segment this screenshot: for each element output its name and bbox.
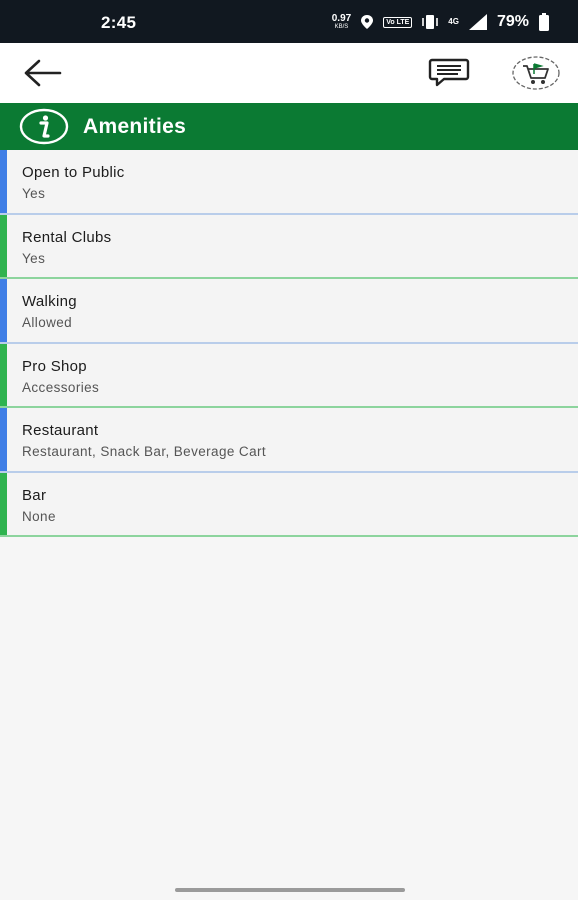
list-item-pro-shop[interactable]: Pro Shop Accessories: [0, 343, 578, 408]
chat-button[interactable]: [428, 57, 470, 89]
item-value: Allowed: [22, 315, 73, 330]
item-accent-bar: [0, 150, 7, 213]
status-time: 2:45: [101, 13, 137, 32]
list-item-restaurant[interactable]: Restaurant Restaurant, Snack Bar, Bevera…: [0, 408, 578, 473]
location-icon: [360, 14, 374, 30]
item-label: Walking: [22, 293, 77, 310]
item-accent-bar: [0, 214, 7, 277]
network-speed-value: 0.97: [331, 13, 352, 24]
item-accent-bar: [0, 472, 7, 535]
info-icon: [19, 108, 69, 145]
item-value: Yes: [22, 250, 46, 266]
item-label: Open to Public: [22, 164, 125, 181]
list-item-walking[interactable]: Walking Allowed: [0, 279, 578, 344]
battery-icon: [538, 13, 550, 31]
vibrate-icon: [421, 14, 439, 30]
item-label: Restaurant: [22, 422, 99, 439]
item-value: None: [22, 508, 56, 524]
battery-percent: 79%: [496, 13, 529, 30]
network-type: 4G: [448, 17, 459, 26]
section-title: Amenities: [83, 115, 187, 138]
home-indicator[interactable]: [175, 888, 405, 892]
status-bar: 2:45 0.97 KB/S Vo LTE 4G 79%: [0, 0, 578, 43]
network-speed: 0.97 KB/S: [331, 13, 352, 31]
list-item-bar[interactable]: Bar None: [0, 472, 578, 537]
signal-icon: [468, 13, 488, 31]
chat-icon: [428, 58, 470, 87]
amenities-list: Open to Public Yes Rental Clubs Yes Walk…: [0, 150, 578, 537]
item-label: Pro Shop: [22, 357, 87, 375]
back-arrow-icon: [24, 59, 62, 87]
app-bar: [0, 43, 578, 103]
section-header: Amenities: [0, 103, 578, 150]
list-item-rental-clubs[interactable]: Rental Clubs Yes: [0, 214, 578, 279]
item-accent-bar: [0, 408, 7, 471]
item-value: Yes: [22, 186, 46, 201]
network-speed-unit: KB/S: [334, 24, 349, 30]
status-icons: 0.97 KB/S Vo LTE 4G 79%: [332, 10, 550, 34]
app-logo-button[interactable]: [510, 53, 562, 93]
back-button[interactable]: [22, 55, 64, 91]
item-value: Accessories: [22, 379, 100, 395]
item-accent-bar: [0, 279, 7, 342]
item-accent-bar: [0, 343, 7, 406]
item-label: Bar: [22, 486, 47, 504]
list-item-open-to-public[interactable]: Open to Public Yes: [0, 150, 578, 215]
volte-badge: Vo LTE: [383, 16, 413, 28]
item-label: Rental Clubs: [22, 228, 112, 246]
item-value: Restaurant, Snack Bar, Beverage Cart: [22, 444, 267, 459]
app-logo-icon: [512, 56, 560, 90]
